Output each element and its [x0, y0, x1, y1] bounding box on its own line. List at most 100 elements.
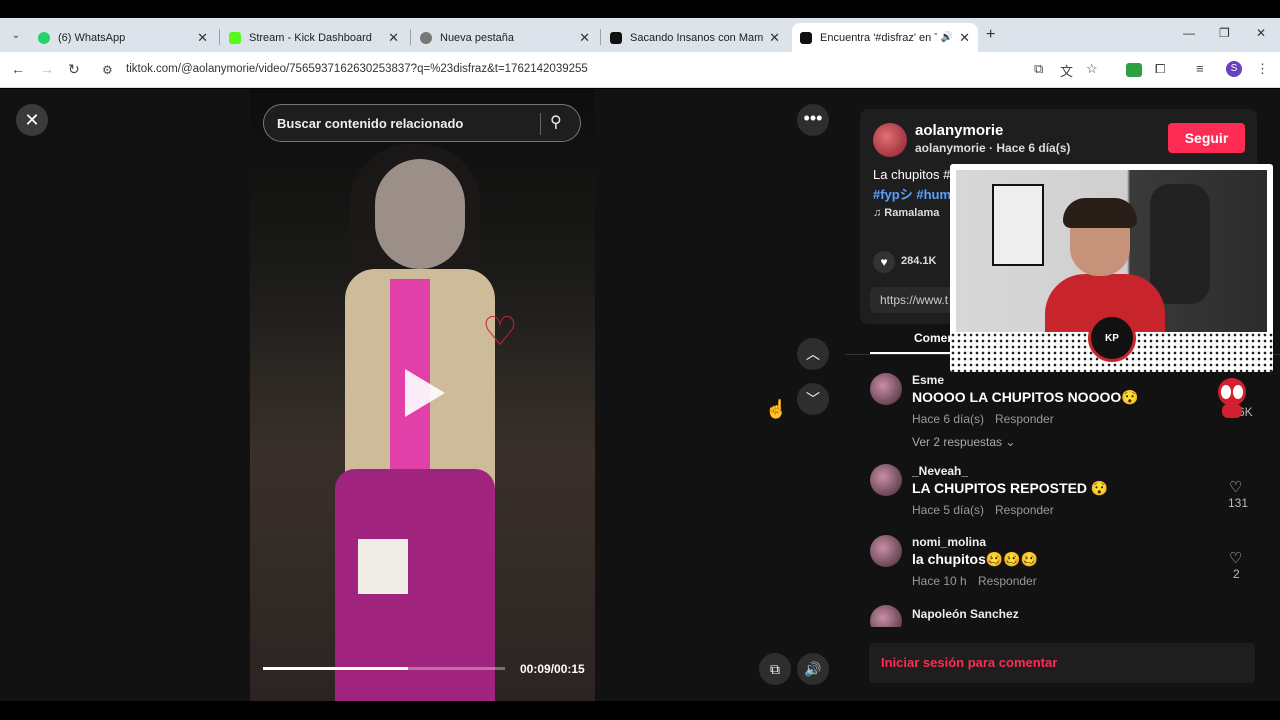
login-to-comment-bar[interactable]: Iniciar sesión para comentar	[869, 643, 1255, 683]
kick-icon	[229, 31, 241, 44]
tab-kick-dashboard[interactable]: Stream - Kick Dashboard ✕	[221, 23, 407, 52]
media-control-icon[interactable]: ≡	[1196, 61, 1204, 76]
tab-title: Sacando Insanos con Mamá Co	[630, 31, 764, 44]
comment-text: LA CHUPITOS REPOSTED 😯	[912, 480, 1109, 496]
comment-time: Hace 10 h	[912, 574, 967, 588]
close-icon[interactable]: ✕	[197, 30, 208, 46]
top-black-bar	[0, 0, 1280, 18]
tab-comments[interactable]: Comen	[914, 331, 955, 345]
tab-separator	[219, 29, 220, 45]
video-progress-fill	[263, 667, 409, 670]
related-search-box[interactable]: Buscar contenido relacionado ⚲	[263, 104, 581, 142]
speaker-icon[interactable]: 🔊	[941, 32, 953, 43]
tab-title: Encuentra '#disfraz' en TikT	[820, 31, 937, 44]
comment-item: Napoleón Sanchez	[870, 605, 1270, 627]
tab-title: (6) WhatsApp	[58, 31, 126, 44]
like-heart-icon[interactable]: ♥	[873, 251, 895, 273]
comment-username[interactable]: Napoleón Sanchez	[912, 607, 1019, 621]
tiktok-icon	[800, 31, 812, 44]
extension-green-icon[interactable]	[1126, 63, 1142, 77]
tab-title: Nueva pestaña	[440, 31, 514, 44]
bottom-black-bar	[0, 701, 1280, 720]
tab-whatsapp[interactable]: (6) WhatsApp ✕	[30, 23, 216, 52]
login-to-comment-link[interactable]: Iniciar sesión para comentar	[881, 655, 1057, 670]
tab-strip: ⌄ (6) WhatsApp ✕ Stream - Kick Dashboard…	[0, 18, 1280, 52]
tab-title: Stream - Kick Dashboard	[249, 31, 372, 44]
like-count: 284.1K	[901, 255, 937, 267]
tab-tiktok-disfraz[interactable]: Encuentra '#disfraz' en TikT 🔊 ✕	[792, 23, 978, 52]
video-frame-heart-drawing: ♡	[482, 310, 518, 354]
new-tab-button[interactable]: +	[986, 26, 995, 44]
tab-sacando-insanos[interactable]: Sacando Insanos con Mamá Co ✕	[602, 23, 788, 52]
comment-like-count: 2	[1233, 567, 1240, 581]
url-field[interactable]: tiktok.com/@aolanymorie/video/7565937162…	[126, 63, 588, 75]
address-bar: ← → ↻ ⚙ tiktok.com/@aolanymorie/video/75…	[0, 52, 1280, 88]
comment-username[interactable]: Esme	[912, 373, 944, 387]
author-avatar[interactable]	[873, 123, 907, 157]
next-video-button[interactable]: ﹀	[797, 383, 829, 415]
related-search-placeholder: Buscar contenido relacionado	[277, 116, 464, 131]
author-username[interactable]: aolanymorie	[915, 122, 1003, 139]
cast-icon[interactable]: ⧉	[1034, 61, 1043, 77]
tab-separator	[600, 29, 601, 45]
translate-icon[interactable]: 文	[1060, 61, 1073, 80]
comment-username[interactable]: _Neveah_	[912, 464, 968, 478]
video-progress-bar[interactable]	[263, 667, 505, 670]
tab-separator	[410, 29, 411, 45]
chrome-icon	[420, 31, 432, 44]
close-icon[interactable]: ✕	[959, 30, 970, 46]
close-icon[interactable]: ✕	[769, 30, 780, 46]
tiktok-icon	[610, 31, 622, 44]
comment-avatar[interactable]	[870, 373, 902, 405]
video-frame-pocket-patch	[358, 539, 408, 594]
streamer-hair	[1063, 198, 1137, 228]
mouse-pointer-icon: ☝	[765, 399, 788, 419]
bookmark-star-icon[interactable]: ☆	[1086, 61, 1098, 77]
comment-like-count: 131	[1228, 496, 1249, 510]
floating-player-button[interactable]: ⧉	[759, 653, 791, 685]
view-replies-button[interactable]: Ver 2 respuestas ⌄	[912, 435, 1015, 449]
menu-kebab-icon[interactable]: ⋮	[1256, 61, 1269, 77]
play-icon[interactable]	[405, 369, 445, 417]
follow-button[interactable]: Seguir	[1168, 123, 1245, 153]
video-player[interactable]: ♡ Buscar contenido relacionado ⚲ 00:09/0…	[250, 89, 595, 701]
close-icon[interactable]: ✕	[388, 30, 399, 46]
close-icon[interactable]: ✕	[579, 30, 590, 46]
forward-icon[interactable]: →	[40, 61, 54, 77]
comment-avatar[interactable]	[870, 605, 902, 627]
comment-username[interactable]: nomi_molina	[912, 535, 986, 549]
comment-avatar[interactable]	[870, 464, 902, 496]
tab-search-chevron-icon[interactable]: ⌄	[6, 26, 26, 46]
author-subline: aolanymorie · Hace 6 día(s)	[915, 141, 1071, 155]
webcam-overlay: KP	[950, 164, 1273, 372]
comment-time: Hace 5 día(s)	[912, 503, 985, 517]
reply-button[interactable]: Responder	[978, 574, 1037, 588]
site-info-icon[interactable]: ⚙	[102, 63, 113, 77]
back-icon[interactable]: ←	[11, 61, 25, 77]
reply-button[interactable]: Responder	[995, 503, 1054, 517]
close-video-button[interactable]: ✕	[16, 104, 48, 136]
whatsapp-icon	[38, 31, 50, 44]
music-link[interactable]: ♫ Ramalama	[873, 207, 939, 219]
comment-heart-icon[interactable]: ♡	[1229, 549, 1242, 567]
search-divider	[540, 113, 541, 135]
volume-button[interactable]: 🔊	[797, 653, 829, 685]
extensions-puzzle-icon[interactable]: ⧠	[1155, 61, 1165, 77]
reload-icon[interactable]: ↻	[68, 61, 80, 78]
search-icon[interactable]: ⚲	[550, 112, 562, 132]
reply-button[interactable]: Responder	[995, 412, 1054, 426]
spider-mascot-icon	[1218, 378, 1246, 418]
comment-heart-icon[interactable]: ♡	[1229, 478, 1242, 496]
restore-icon[interactable]: ❐	[1219, 26, 1230, 40]
post-hashtags[interactable]: #fypシ #hum	[873, 184, 951, 203]
comment-time: Hace 6 día(s)	[912, 412, 985, 426]
comment-text: la chupitos🥴🥴🥴	[912, 551, 1039, 567]
minimize-icon[interactable]: —	[1183, 26, 1195, 40]
comment-item: _Neveah_ LA CHUPITOS REPOSTED 😯 Hace 5 d…	[870, 464, 1270, 544]
tab-new-tab[interactable]: Nueva pestaña ✕	[412, 23, 598, 52]
profile-avatar[interactable]: S	[1226, 61, 1242, 77]
comment-avatar[interactable]	[870, 535, 902, 567]
more-options-button[interactable]: •••	[797, 104, 829, 136]
window-close-icon[interactable]: ✕	[1256, 26, 1266, 40]
previous-video-button[interactable]: ︿	[797, 338, 829, 370]
